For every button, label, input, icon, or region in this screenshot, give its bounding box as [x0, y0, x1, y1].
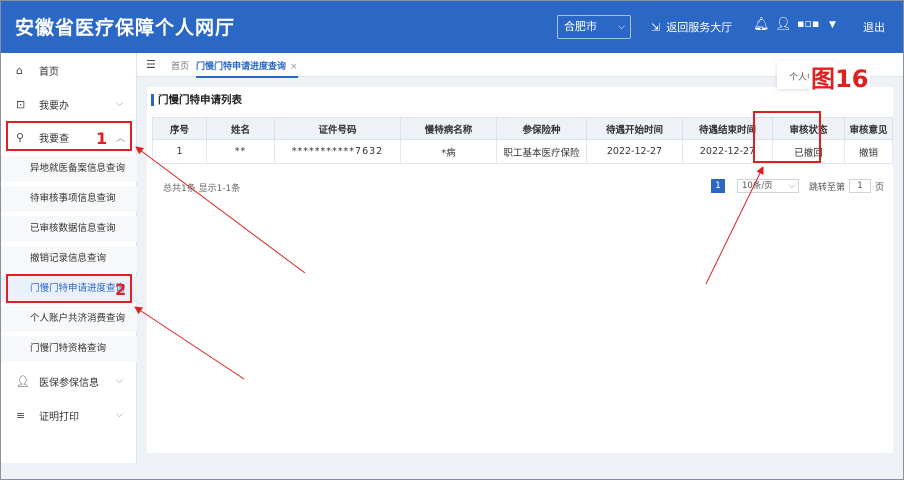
screenshot-frame: 安徽省医疗保障个人网厅 合肥市 ⌵ ⇲ 返回服务大厅 🔔︎ 👤︎ ▪▫▪ ▼ 退… — [0, 0, 904, 480]
annotation-arrows — [134, 146, 764, 380]
arrow-to-progress-query — [134, 306, 245, 380]
arrow-to-review-status — [705, 166, 764, 285]
arrow-to-query-menu — [135, 146, 306, 274]
